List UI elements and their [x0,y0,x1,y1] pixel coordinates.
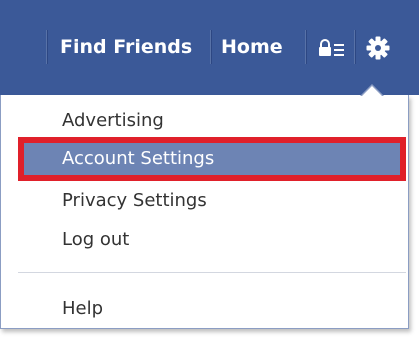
menu-item-account-settings[interactable]: Account Settings [18,137,406,181]
nav-separator [305,30,307,64]
menu-item-log-out[interactable]: Log out [18,223,407,257]
nav-separator [210,30,212,64]
gear-icon[interactable] [364,34,392,62]
dropdown-caret-fill [362,86,382,96]
menu-item-advertising[interactable]: Advertising [18,104,407,138]
menu-item-help[interactable]: Help [18,292,407,326]
menu-divider [18,272,406,273]
privacy-shortcuts-icon[interactable] [316,37,348,59]
top-navigation-bar: Find Friends Home [0,0,419,95]
menu-item-privacy-settings[interactable]: Privacy Settings [18,184,407,218]
nav-separator [46,30,48,64]
home-link[interactable]: Home [221,33,283,61]
find-friends-link[interactable]: Find Friends [60,33,192,61]
nav-separator [354,30,356,64]
